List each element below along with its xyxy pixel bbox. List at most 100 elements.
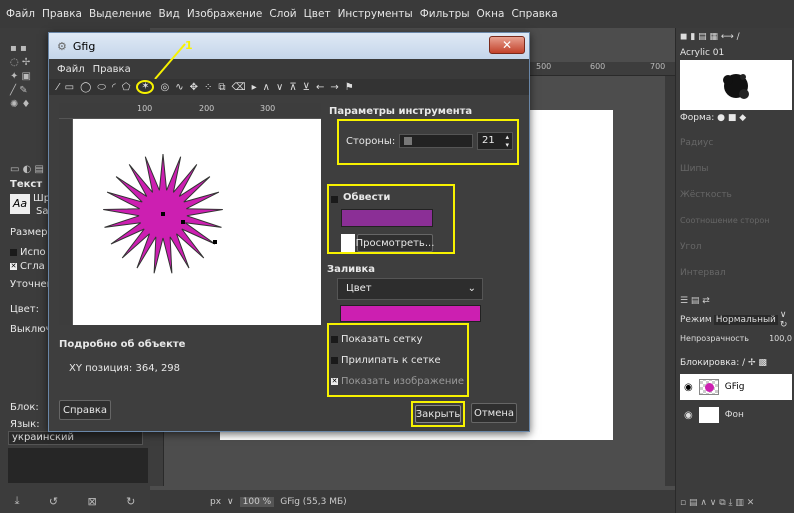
layers-tabs[interactable]: ☰ ▤ ⇄ [680,296,710,306]
toolbox-footer-icons[interactable]: ⤓ ↺ ⊠ ↻ [0,490,150,512]
opacity-value: 100,0 [769,334,792,343]
brush-preview[interactable] [680,60,792,110]
font-value[interactable]: Sa [36,206,48,217]
shape-row[interactable]: Форма: ● ■ ◆ [680,113,746,123]
help-button[interactable]: Справка [59,400,111,420]
tool-options-tabs[interactable]: ▭ ◐ ▤ [10,164,44,175]
fill-color-button[interactable] [340,305,481,322]
menu-select[interactable]: Выделение [89,8,152,20]
menu-filters[interactable]: Фильтры [420,8,470,20]
menu-help[interactable]: Справка [511,8,557,20]
line-tool-icon[interactable]: ⁄ [57,82,59,93]
antialias-option[interactable]: ✕ Сгла [10,261,45,272]
menu-color[interactable]: Цвет [304,8,331,20]
gfig-preview-canvas[interactable] [73,119,321,325]
menu-windows[interactable]: Окна [477,8,505,20]
tool-icons[interactable]: ▪ ▪ ◌ ✢ ✦ ▣ ╱ ✎ ✺ ♦ [10,42,40,112]
stroke-header: Обвести [343,192,391,203]
dialog-toolbar: ⁄ ▭ ◯ ⬭ ◜ ⬠ ✶ ◎ ∿ ✥ ⁘ ⧉ ⌫ ▸ ∧ ∨ ⊼ ⊻ ← → … [49,79,529,95]
lower-icon[interactable]: ∨ [276,82,283,93]
unit-select[interactable]: px [210,497,221,507]
main-menubar: Файл Правка Выделение Вид Изображение Сл… [0,0,794,28]
unit-dropdown-icon[interactable]: ∨ [227,497,234,507]
mode-row[interactable]: Режим Нормальный ∨ ↻ [680,310,792,330]
language-field[interactable]: украинский [8,431,143,445]
show-grid-checkbox[interactable]: Показать сетку [331,334,423,345]
annotation-number: 1 [185,39,193,52]
close-button-highlight: Закрыть [411,401,465,427]
copy-object-icon[interactable]: ⧉ [218,82,225,93]
preview-vruler [59,119,73,325]
circle-tool-icon[interactable]: ◯ [80,82,91,93]
sides-slider[interactable] [399,134,473,148]
layer-row-bg[interactable]: ◉ Фон [680,402,792,428]
right-dock-panel: ◼ ▮ ▤ ▦ ⟷ ∕ Acrylic 01 Форма: ● ■ ◆ Ради… [675,28,794,513]
delete-object-icon[interactable]: ⌫ [232,82,246,93]
mode-select: Нормальный [713,315,778,325]
menu-image[interactable]: Изображение [187,8,263,20]
stroke-checkbox[interactable] [331,194,341,205]
fill-type-select[interactable]: Цвет ⌄ [337,278,483,300]
rectangle-tool-icon[interactable]: ▭ [65,82,74,93]
preview-hruler: 100 200 300 [59,103,321,119]
move-point-icon[interactable]: ⁘ [204,82,212,93]
prev-icon[interactable]: ← [316,82,324,93]
lock-row[interactable]: Блокировка: ∕ ✢ ▩ [680,358,767,368]
dialog-menu-file[interactable]: Файл [57,64,85,75]
snap-grid-checkbox[interactable]: Прилипать к сетке [331,355,441,366]
text-tool-label: Текст [10,179,43,190]
star-tool-icon[interactable]: ✶ [136,80,155,94]
bezier-tool-icon[interactable]: ∿ [175,82,183,93]
dock-tabs[interactable]: ◼ ▮ ▤ ▦ ⟷ ∕ [680,32,740,42]
save-preset-icon: ⤓ [14,494,20,507]
bottom-icon[interactable]: ⊻ [303,82,310,93]
language-label: Язык: [10,419,40,430]
arc-tool-icon[interactable]: ◜ [112,82,116,93]
close-window-button[interactable]: ✕ [489,36,525,54]
menu-layer[interactable]: Слой [269,8,296,20]
ellipse-tool-icon[interactable]: ⬭ [97,82,106,93]
menu-view[interactable]: Вид [159,8,180,20]
move-object-icon[interactable]: ✥ [190,82,198,93]
polygon-tool-icon[interactable]: ⬠ [122,82,131,93]
hardness-label: Жёсткость [680,190,732,200]
menu-file[interactable]: Файл [6,8,35,20]
object-details-header: Подробно об объекте [59,339,186,350]
use-editor-option[interactable]: Испо [10,247,46,258]
brush-swatch[interactable] [341,234,355,252]
eye-icon: ◉ [684,381,693,393]
sides-spinbox[interactable]: 21 ▴ ▾ [477,132,513,150]
menu-tools[interactable]: Инструменты [338,8,413,20]
file-info: GFig (55,3 МБ) [280,496,347,507]
cancel-button[interactable]: Отмена [471,403,517,423]
close-button[interactable]: Закрыть [415,405,461,423]
stroke-color-button[interactable] [341,209,433,227]
spiral-tool-icon[interactable]: ◎ [160,82,169,93]
show-image-checkbox[interactable]: ✕ Показать изображение [331,376,464,387]
next-icon[interactable]: → [330,82,338,93]
show-all-icon[interactable]: ⚑ [345,82,354,93]
vertical-scrollbar[interactable] [665,76,675,486]
star-shape[interactable] [73,119,321,325]
raise-icon[interactable]: ∧ [263,82,270,93]
font-preview-icon[interactable]: Aa [10,194,30,214]
opacity-row[interactable]: Непрозрачность 100,0 [680,334,792,348]
browse-brush-button[interactable]: Просмотреть... [356,234,434,252]
xy-position: XY позиция: 364, 298 [69,363,181,374]
zoom-select[interactable]: 100 % [239,496,275,507]
reset-icon: ↻ [126,494,136,508]
layer-footer-icons[interactable]: ▫ ▤ ∧ ∨ ⧉ ⤓ ▥ ✕ [680,498,792,510]
brush-name: Acrylic 01 [680,48,725,58]
dialog-titlebar[interactable]: ⚙ Gfig [49,33,529,59]
eye-icon: ◉ [684,409,693,421]
top-icon[interactable]: ⊼ [289,82,296,93]
layer-thumbnail [698,379,719,395]
sides-highlight: Стороны: 21 ▴ ▾ [337,119,519,165]
grid-options-highlight: Показать сетку Прилипать к сетке ✕ Показа… [327,323,469,397]
language-list[interactable] [8,448,148,483]
select-object-icon[interactable]: ▸ [252,82,257,93]
layer-thumbnail [698,407,719,423]
layer-row-gfig[interactable]: ◉ GFig [680,374,792,400]
menu-edit[interactable]: Правка [42,8,82,20]
dialog-menu-edit[interactable]: Правка [93,64,131,75]
